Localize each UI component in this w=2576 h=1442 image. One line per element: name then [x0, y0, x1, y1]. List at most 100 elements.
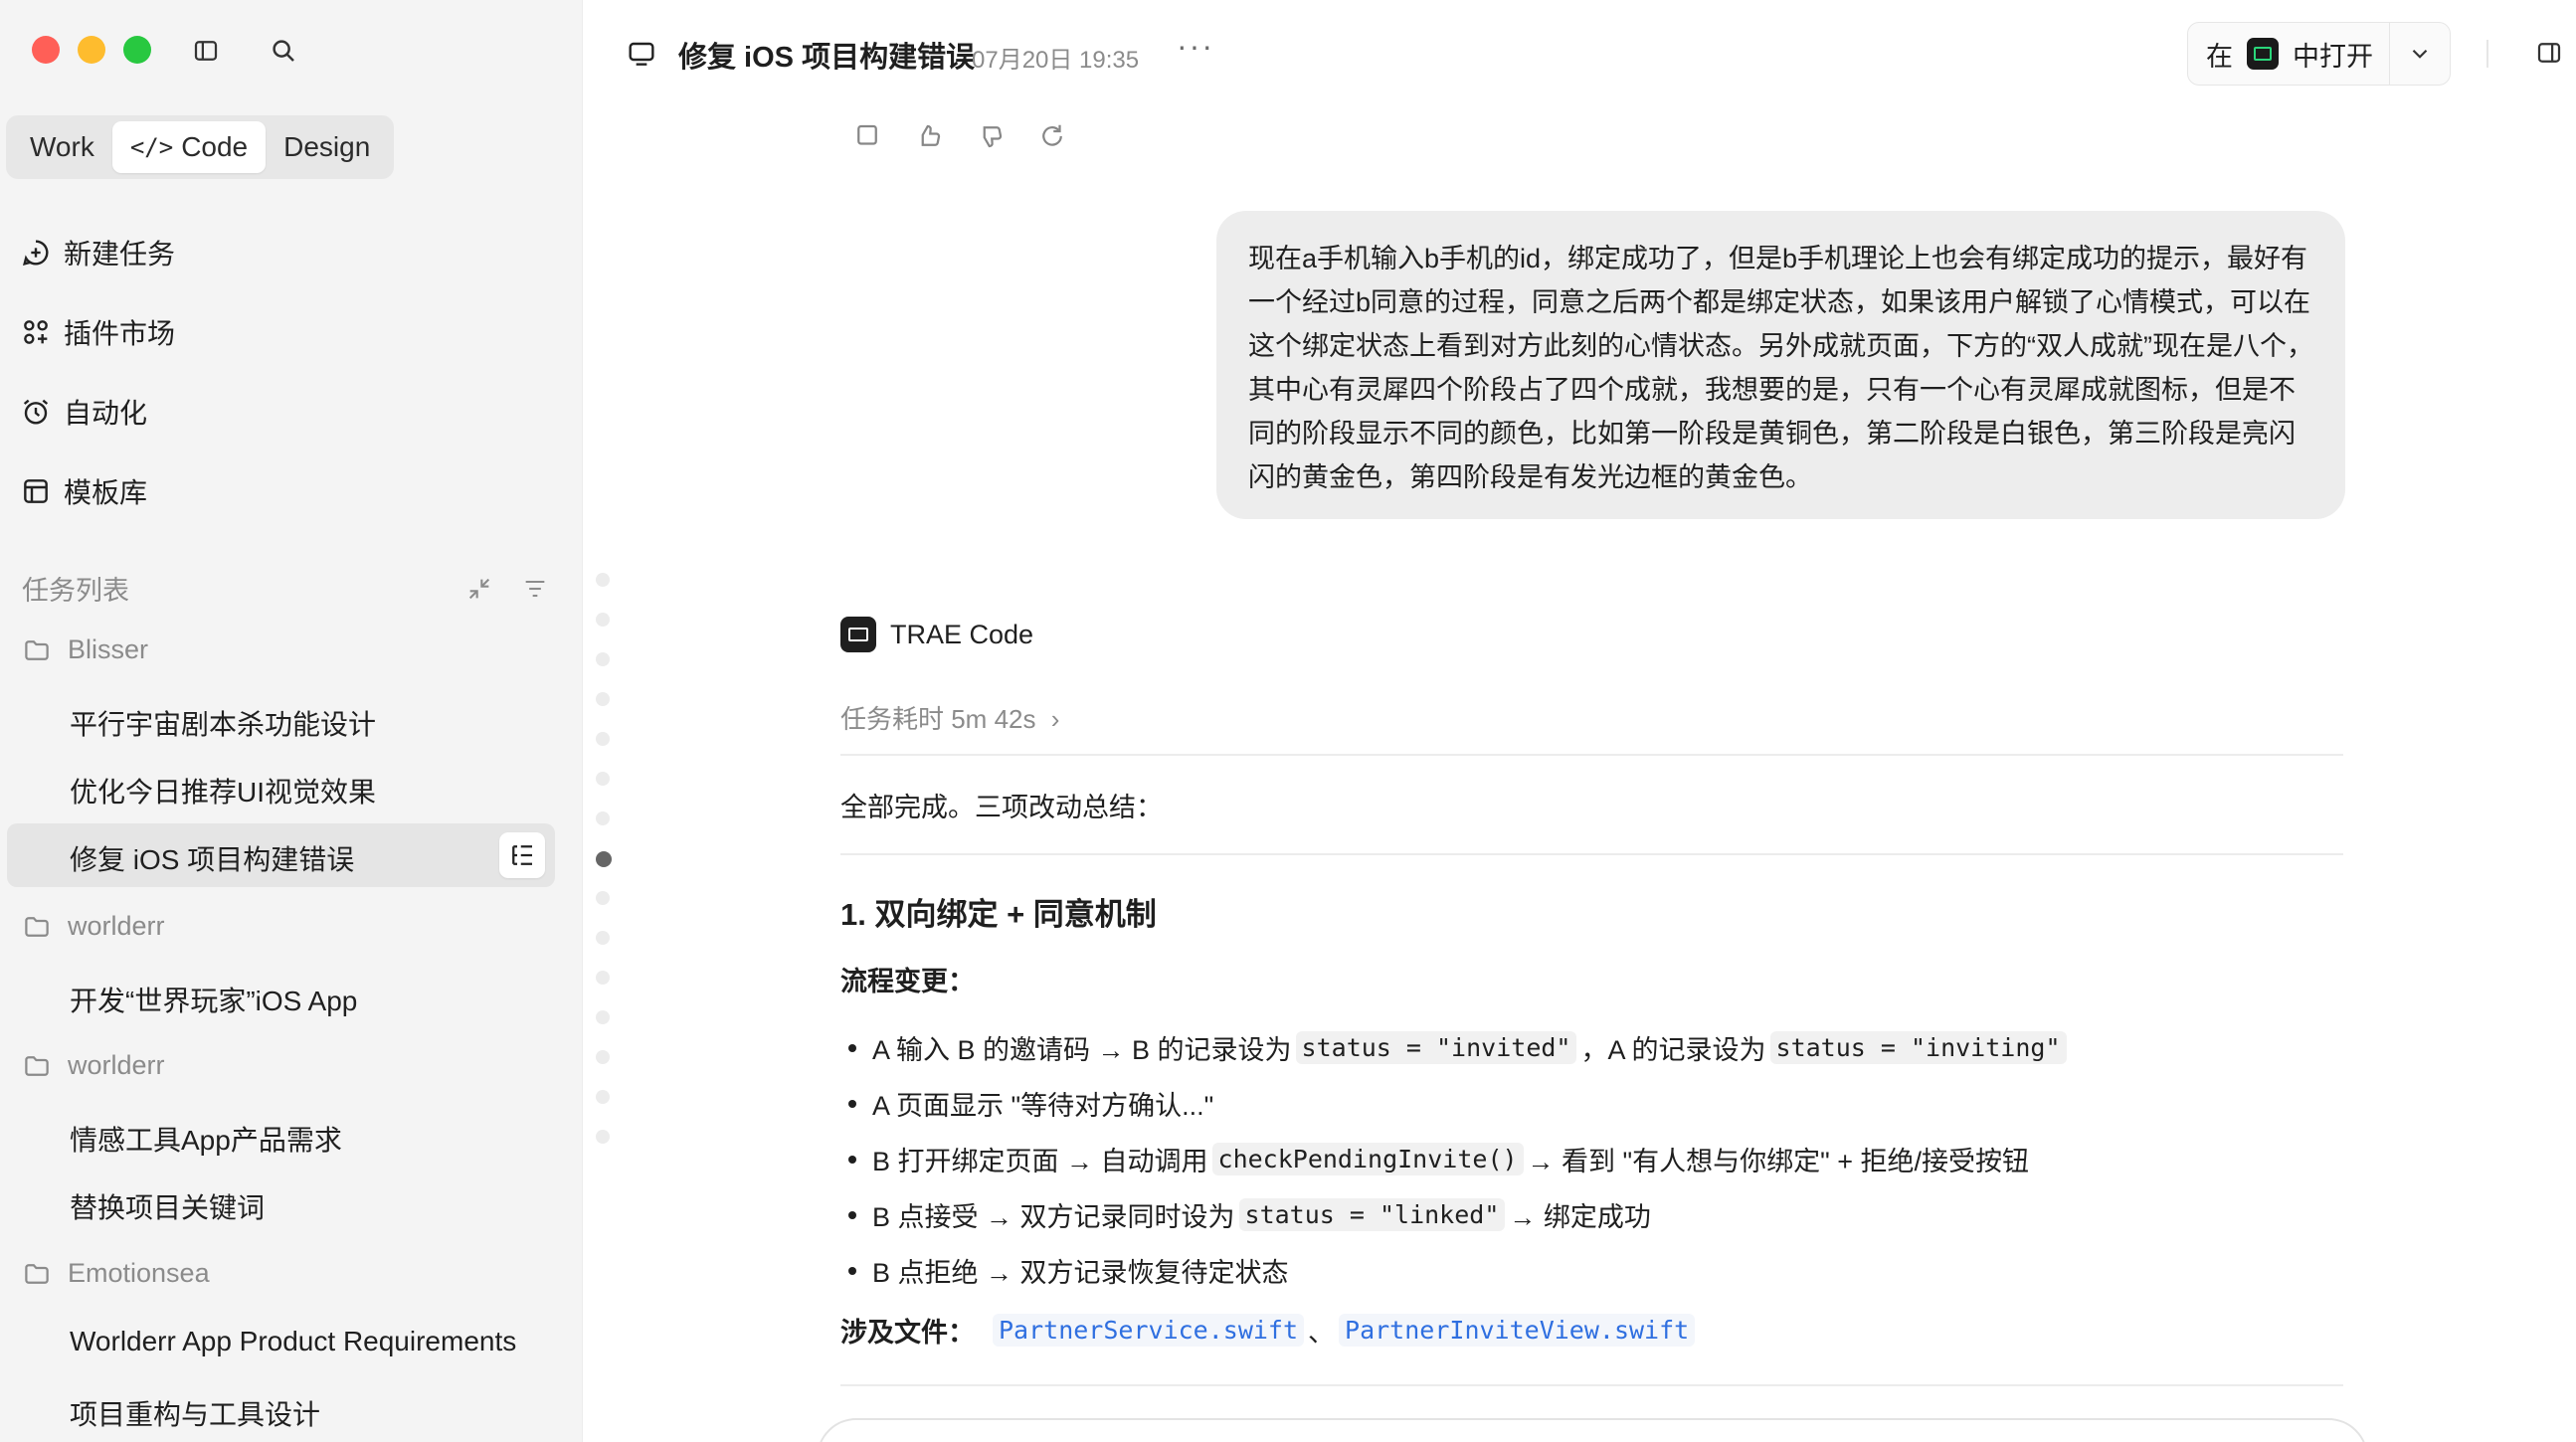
- timeline-dot-current[interactable]: [596, 851, 612, 867]
- search-icon[interactable]: [269, 36, 298, 66]
- file-link[interactable]: PartnerInviteView.swift: [1339, 1314, 1696, 1347]
- filter-icon[interactable]: [521, 575, 549, 603]
- right-panel-toggle-icon[interactable]: [2534, 38, 2564, 68]
- task-item[interactable]: 情感工具App产品需求: [70, 1119, 342, 1159]
- page-title: 修复 iOS 项目构建错误: [678, 42, 976, 74]
- more-icon[interactable]: ···: [1177, 28, 1214, 65]
- template-icon: [24, 479, 48, 503]
- chevron-down-icon[interactable]: [2390, 41, 2450, 67]
- close-window-button[interactable]: [32, 36, 60, 64]
- list-text: A 页面显示 "等待对方确认...": [872, 1090, 1214, 1121]
- list-item: B 打开绑定页面 → 自动调用 checkPendingInvite() → 看…: [840, 1131, 2071, 1186]
- sidebar: Work </> Code Design 新建任务 插件市场 自动化 模板库 任务…: [0, 0, 583, 1442]
- list-text: → 绑定成功: [1509, 1201, 1651, 1232]
- file-link[interactable]: PartnerService.swift: [993, 1314, 1305, 1347]
- timestamp: 07月20日 19:35: [972, 47, 1140, 74]
- files-label: 涉及文件：: [840, 1318, 975, 1348]
- folder-worlderr-2[interactable]: worlderr: [22, 1050, 165, 1081]
- inline-code: status = "inviting": [1769, 1030, 2067, 1064]
- subheading: 流程变更：: [840, 967, 975, 996]
- collapse-icon[interactable]: [465, 575, 493, 603]
- chat-input-box[interactable]: [817, 1418, 2368, 1442]
- mode-work-tab[interactable]: Work: [12, 121, 112, 173]
- file-separator: 、: [1308, 1318, 1336, 1348]
- task-item[interactable]: 优化今日推荐UI视觉效果: [70, 771, 376, 811]
- message-actions: [852, 121, 1067, 151]
- nav-automation[interactable]: 自动化: [20, 388, 147, 436]
- nav-templates[interactable]: 模板库: [20, 467, 147, 515]
- thumbs-up-icon[interactable]: [914, 121, 944, 151]
- task-item[interactable]: 替换项目关键词: [70, 1186, 265, 1226]
- retry-icon[interactable]: [1037, 121, 1067, 151]
- timeline-dot[interactable]: [596, 573, 610, 587]
- nav-automation-label: 自动化: [64, 398, 148, 429]
- nav-templates-label: 模板库: [64, 477, 148, 508]
- timeline-dot[interactable]: [596, 811, 610, 825]
- divider: [2486, 40, 2488, 68]
- list-text: B 点拒绝 → 双方记录恢复待定状态: [872, 1257, 1289, 1288]
- chevron-right-icon: ›: [1050, 704, 1060, 734]
- task-item[interactable]: Worlderr App Product Requirements: [70, 1326, 516, 1357]
- timeline-dot[interactable]: [596, 652, 610, 666]
- list-item: B 点拒绝 → 双方记录恢复待定状态: [840, 1242, 2071, 1298]
- bot-name: TRAE Code: [890, 619, 1034, 649]
- timeline-dot[interactable]: [596, 1050, 610, 1064]
- mode-code-label: Code: [181, 131, 249, 162]
- list-item: A 输入 B 的邀请码 → B 的记录设为 status = "invited"…: [840, 1019, 2071, 1075]
- timeline-dot[interactable]: [596, 1130, 610, 1144]
- zoom-window-button[interactable]: [123, 36, 151, 64]
- mode-switcher: Work </> Code Design: [6, 115, 395, 179]
- folder-worlderr[interactable]: worlderr: [22, 911, 165, 942]
- nav-new-task[interactable]: 新建任务: [20, 229, 175, 276]
- timeline-dot[interactable]: [596, 692, 610, 706]
- timeline-dot[interactable]: [596, 732, 610, 746]
- change-list: A 输入 B 的邀请码 → B 的记录设为 status = "invited"…: [840, 1019, 2071, 1298]
- inline-code: status = "linked": [1238, 1197, 1506, 1231]
- thumbs-down-icon[interactable]: [976, 121, 1006, 151]
- task-outline-icon[interactable]: [499, 832, 545, 878]
- sidebar-toggle-icon[interactable]: [191, 36, 221, 66]
- open-in-button[interactable]: 在 中打开: [2187, 22, 2451, 86]
- folder-icon: [25, 1055, 49, 1076]
- mode-work-label: Work: [30, 131, 94, 162]
- copy-icon[interactable]: [852, 121, 882, 151]
- timeline-dot[interactable]: [596, 1010, 610, 1024]
- folder-icon: [25, 639, 49, 660]
- alarm-clock-icon: [23, 399, 49, 425]
- timeline-dot[interactable]: [596, 891, 610, 905]
- new-task-icon: [23, 240, 49, 266]
- nav-plugin-market-label: 插件市场: [64, 318, 176, 349]
- window-controls: [32, 36, 151, 64]
- task-item-active-label[interactable]: 修复 iOS 项目构建错误: [70, 838, 354, 878]
- code-icon: </>: [129, 133, 174, 161]
- task-duration-label: 任务耗时 5m 42s: [840, 704, 1036, 734]
- nav-new-task-label: 新建任务: [64, 239, 176, 270]
- folder-blisser[interactable]: Blisser: [22, 634, 148, 665]
- timeline-dot[interactable]: [596, 1090, 610, 1104]
- folder-emotionsea[interactable]: Emotionsea: [22, 1258, 210, 1289]
- folder-label: Blisser: [68, 634, 149, 664]
- task-duration[interactable]: 任务耗时 5m 42s ›: [840, 699, 1059, 736]
- list-text: ，A 的记录设为: [1580, 1034, 1766, 1065]
- files-involved: 涉及文件： PartnerService.swift 、 PartnerInvi…: [840, 1311, 1699, 1350]
- inline-code: status = "invited": [1295, 1030, 1577, 1064]
- list-text: A 输入 B 的邀请码 → B 的记录设为: [872, 1034, 1292, 1065]
- timeline-dot[interactable]: [596, 613, 610, 627]
- timeline-dot[interactable]: [596, 772, 610, 786]
- mode-design-label: Design: [283, 131, 371, 162]
- folder-label: worlderr: [68, 1050, 165, 1080]
- nav-plugin-market[interactable]: 插件市场: [20, 308, 175, 356]
- mode-design-tab[interactable]: Design: [266, 121, 388, 173]
- main-panel: 修复 iOS 项目构建错误 07月20日 19:35 ··· 在 中打开 现在a…: [584, 0, 2576, 1442]
- mode-code-tab[interactable]: </> Code: [111, 121, 267, 173]
- trae-logo-icon: [840, 617, 876, 652]
- timeline-dot[interactable]: [596, 931, 610, 945]
- task-item[interactable]: 项目重构与工具设计: [70, 1393, 320, 1433]
- task-item[interactable]: 平行宇宙剧本杀功能设计: [70, 703, 376, 743]
- chat-header: 修复 iOS 项目构建错误 07月20日 19:35 ··· 在 中打开: [584, 0, 2576, 109]
- timeline-dot[interactable]: [596, 971, 610, 985]
- list-text: B 打开绑定页面 → 自动调用: [872, 1146, 1208, 1176]
- task-item[interactable]: 开发“世界玩家”iOS App: [70, 980, 357, 1019]
- task-list-header: 任务列表: [22, 569, 549, 608]
- minimize-window-button[interactable]: [78, 36, 105, 64]
